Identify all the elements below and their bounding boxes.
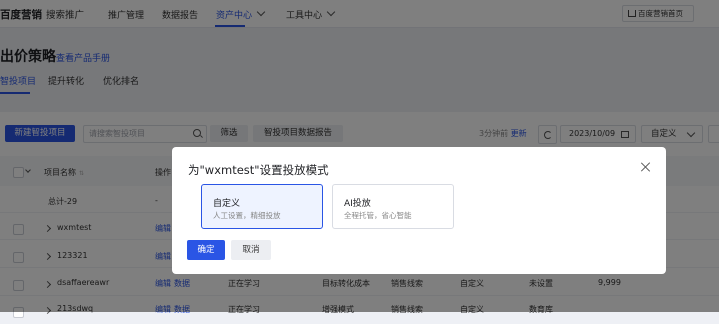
option-custom[interactable]: 自定义 人工设置，精细投放	[201, 184, 323, 229]
confirm-button[interactable]: 确定	[187, 240, 225, 260]
delivery-mode-dialog: 为"wxmtest"设置投放模式 自定义 人工设置，精细投放 AI投放 全程托管…	[172, 147, 666, 274]
option-desc: 人工设置，精细投放	[213, 211, 281, 220]
close-icon[interactable]	[640, 161, 652, 173]
option-title: AI投放	[344, 199, 371, 209]
option-ai[interactable]: AI投放 全程托管，省心智能	[332, 184, 454, 229]
dialog-title: 为"wxmtest"设置投放模式	[188, 163, 329, 177]
cancel-button[interactable]: 取消	[231, 240, 271, 260]
option-desc: 全程托管，省心智能	[344, 211, 412, 220]
option-title: 自定义	[213, 199, 241, 209]
